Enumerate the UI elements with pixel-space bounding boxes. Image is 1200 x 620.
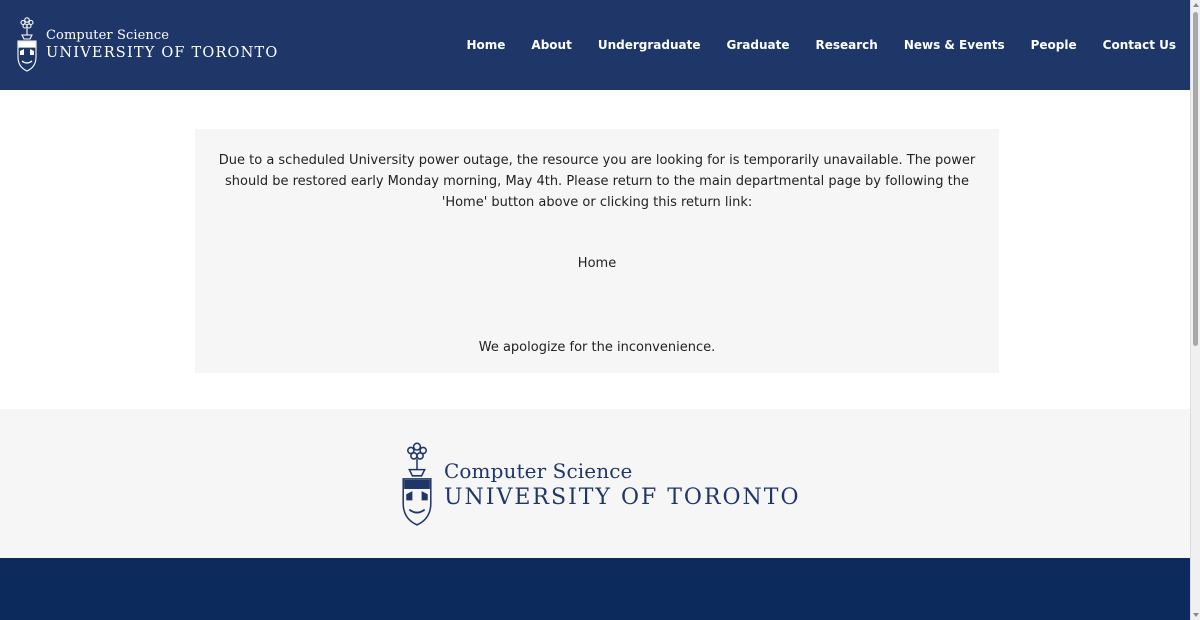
scroll-down-arrow-icon[interactable] <box>1193 613 1199 617</box>
page-scrollbar[interactable] <box>1190 0 1200 620</box>
footer-logo-band: Computer Science UNIVERSITY OF TORONTO <box>0 409 1190 558</box>
header-logo-link[interactable]: Computer Science UNIVERSITY OF TORONTO <box>14 14 279 76</box>
page: Computer Science UNIVERSITY OF TORONTO H… <box>0 0 1190 620</box>
nav-contact-us[interactable]: Contact Us <box>1103 34 1176 56</box>
footer-logo-department: Computer Science <box>444 458 633 483</box>
outage-notice: Due to a scheduled University power outa… <box>195 129 999 373</box>
footer-bottom-bar <box>0 558 1190 620</box>
nav-people[interactable]: People <box>1031 34 1077 56</box>
footer-logo-university: UNIVERSITY OF TORONTO <box>444 484 801 510</box>
uoft-crest-icon <box>17 17 37 72</box>
nav-news-events[interactable]: News & Events <box>904 34 1005 56</box>
scroll-up-arrow-icon[interactable] <box>1193 3 1199 7</box>
outage-message: Due to a scheduled University power outa… <box>218 153 976 210</box>
nav-home[interactable]: Home <box>466 34 505 56</box>
nav-about[interactable]: About <box>531 34 571 56</box>
apology-text: We apologize for the inconvenience. <box>478 340 716 355</box>
scrollbar-thumb[interactable] <box>1193 12 1198 346</box>
return-home-link[interactable]: Home <box>195 256 999 271</box>
uoft-crest-icon <box>402 442 432 526</box>
footer-logo-text: Computer Science UNIVERSITY OF TORONTO <box>444 459 801 512</box>
header-logo-text: Computer Science UNIVERSITY OF TORONTO <box>46 28 279 62</box>
footer-logo-link[interactable]: Computer Science UNIVERSITY OF TORONTO <box>397 439 801 531</box>
main-nav: Home About Undergraduate Graduate Resear… <box>466 34 1176 56</box>
site-header: Computer Science UNIVERSITY OF TORONTO H… <box>0 0 1190 90</box>
nav-graduate[interactable]: Graduate <box>726 34 789 56</box>
header-logo-department: Computer Science <box>46 28 170 43</box>
nav-undergraduate[interactable]: Undergraduate <box>598 34 701 56</box>
header-logo-university: UNIVERSITY OF TORONTO <box>46 45 279 61</box>
nav-research[interactable]: Research <box>815 34 877 56</box>
